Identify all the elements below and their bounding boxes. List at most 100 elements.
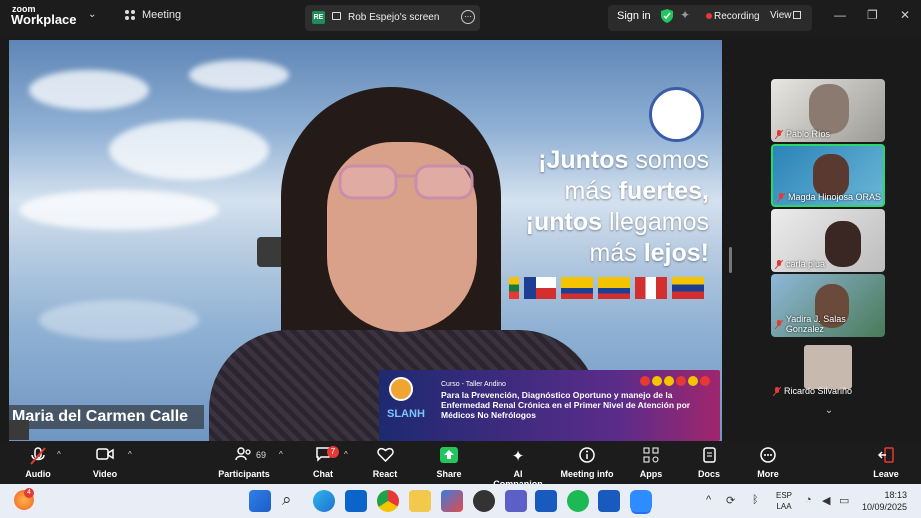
participants-count: 69 bbox=[256, 450, 267, 460]
recording-status[interactable]: Recording bbox=[714, 11, 760, 22]
glasses-image bbox=[338, 164, 474, 200]
ai-sparkle-icon: ✦ bbox=[511, 448, 525, 465]
leave-button[interactable]: Leave bbox=[870, 447, 902, 479]
slide-slogan: ¡Juntos somos más fuertes, ¡untos llegam… bbox=[497, 145, 709, 269]
more-label: More bbox=[757, 469, 779, 479]
audio-button[interactable]: Audio bbox=[22, 447, 54, 479]
share-button[interactable]: Share bbox=[433, 447, 465, 479]
participant-label: Ricardo Silvariño bbox=[773, 386, 852, 396]
chrome-icon[interactable] bbox=[377, 490, 399, 512]
meeting-info-button[interactable]: Meeting info bbox=[559, 447, 615, 479]
flag-venezuela bbox=[672, 277, 704, 299]
windows-start-icon[interactable] bbox=[249, 490, 271, 512]
bluetooth-icon[interactable]: ᛒ bbox=[752, 494, 759, 506]
edge-browser-icon[interactable] bbox=[313, 490, 335, 512]
apps-button[interactable]: Apps bbox=[636, 447, 666, 479]
media-player-icon[interactable] bbox=[473, 490, 495, 512]
more-options-icon[interactable]: ··· bbox=[461, 10, 475, 24]
more-dots-icon bbox=[760, 447, 776, 463]
docs-button[interactable]: Docs bbox=[695, 447, 723, 479]
ai-companion-button[interactable]: ✦ AI Companion bbox=[488, 447, 548, 489]
slanh-logo: SLANH bbox=[387, 408, 425, 420]
apps-grid-icon bbox=[643, 447, 659, 463]
share-label: Share bbox=[436, 469, 462, 479]
banner-subtitle: Curso - Taller Andino bbox=[441, 381, 506, 388]
minimize-icon[interactable]: — bbox=[834, 8, 846, 22]
flag bbox=[509, 277, 519, 299]
clock[interactable]: 18:13 10/09/2025 bbox=[862, 489, 907, 513]
outlook-icon[interactable] bbox=[345, 490, 367, 512]
meeting-info-label: Meeting info bbox=[560, 469, 614, 479]
flag-colombia bbox=[561, 277, 593, 299]
participants-icon bbox=[235, 447, 251, 461]
participant-tile[interactable]: carla plua bbox=[771, 209, 885, 272]
participant-tile-active[interactable]: Magda Hinojosa ORAS bbox=[771, 144, 885, 207]
speaker-avatar-box bbox=[9, 420, 29, 440]
word-icon[interactable] bbox=[535, 490, 557, 512]
chat-options-caret[interactable]: ^ bbox=[344, 450, 348, 459]
flag-peru bbox=[635, 277, 667, 299]
audio-options-caret[interactable]: ^ bbox=[57, 450, 61, 459]
andean-flags bbox=[509, 277, 719, 301]
audio-label: Audio bbox=[25, 469, 51, 479]
search-icon[interactable]: ⌕ bbox=[282, 490, 292, 510]
participant-avatar[interactable] bbox=[804, 345, 852, 389]
zoom-app-icon[interactable] bbox=[630, 490, 652, 512]
video-label: Video bbox=[92, 469, 118, 479]
mic-off-icon bbox=[775, 259, 783, 269]
volume-icon[interactable]: ◀ bbox=[822, 494, 830, 507]
mic-off-icon bbox=[775, 319, 783, 329]
chevron-down-icon[interactable]: ⌄ bbox=[814, 405, 844, 425]
video-button[interactable]: Video bbox=[89, 447, 121, 479]
restore-icon[interactable]: ❐ bbox=[867, 8, 878, 22]
flag-dot bbox=[700, 376, 710, 386]
store-icon[interactable] bbox=[441, 490, 463, 512]
language-indicator[interactable]: ESP LAA bbox=[776, 490, 792, 512]
file-explorer-icon[interactable] bbox=[409, 490, 431, 512]
chevron-down-icon[interactable]: ⌄ bbox=[88, 9, 96, 20]
shared-screen-label: Rob Espejo's screen bbox=[348, 12, 440, 23]
clock-date: 10/09/2025 bbox=[862, 502, 908, 512]
slogan-4a: más bbox=[589, 239, 644, 267]
view-button[interactable]: View bbox=[770, 10, 792, 21]
course-logo-icon bbox=[389, 377, 413, 401]
speaker-name-tag: Maria del Carmen Calle bbox=[9, 405, 204, 429]
sharer-avatar: RE bbox=[312, 11, 325, 24]
wifi-icon[interactable]: ◔ bbox=[805, 494, 812, 506]
more-button[interactable]: More bbox=[754, 447, 782, 479]
chat-label: Chat bbox=[313, 469, 333, 479]
sign-in-button[interactable]: Sign in bbox=[617, 10, 651, 22]
flag-chile bbox=[524, 277, 556, 299]
participant-video bbox=[809, 84, 849, 134]
word-icon-2[interactable] bbox=[598, 490, 620, 512]
sync-icon[interactable]: ⟳ bbox=[726, 494, 735, 507]
leave-door-icon bbox=[877, 447, 894, 463]
banner-flags bbox=[640, 376, 710, 386]
language-code: ESP bbox=[776, 491, 793, 500]
meeting-tab[interactable]: Meeting bbox=[124, 9, 181, 21]
shield-check-icon[interactable] bbox=[661, 9, 673, 23]
close-icon[interactable]: ✕ bbox=[900, 8, 910, 22]
mic-off-icon bbox=[773, 386, 781, 396]
participant-tile[interactable]: Yadira J. Salas Gonzalez bbox=[771, 274, 885, 337]
participant-name: carla plua bbox=[786, 259, 826, 269]
battery-icon[interactable]: ▭ bbox=[839, 494, 849, 507]
participant-tile[interactable]: Pablo Ríos bbox=[771, 79, 885, 142]
video-options-caret[interactable]: ^ bbox=[128, 450, 132, 459]
leave-label: Leave bbox=[873, 469, 899, 479]
slogan-1b: somos bbox=[628, 146, 709, 174]
spotify-icon[interactable] bbox=[567, 490, 589, 512]
recording-dot-icon bbox=[706, 13, 712, 19]
chevron-up-icon[interactable]: ^ bbox=[706, 494, 711, 506]
flag-dot bbox=[640, 376, 650, 386]
participants-options-caret[interactable]: ^ bbox=[279, 450, 283, 459]
participant-name: Yadira J. Salas Gonzalez bbox=[785, 314, 846, 334]
participant-name: Ricardo Silvariño bbox=[784, 386, 853, 396]
panel-resize-handle[interactable] bbox=[729, 247, 732, 273]
teams-icon[interactable] bbox=[505, 490, 527, 512]
react-button[interactable]: React bbox=[369, 447, 401, 479]
ai-sparkle-icon[interactable]: ✦ bbox=[680, 8, 690, 22]
participant-name: Pablo Ríos bbox=[786, 129, 831, 139]
screen-share-icon bbox=[332, 12, 341, 20]
flag-dot bbox=[652, 376, 662, 386]
